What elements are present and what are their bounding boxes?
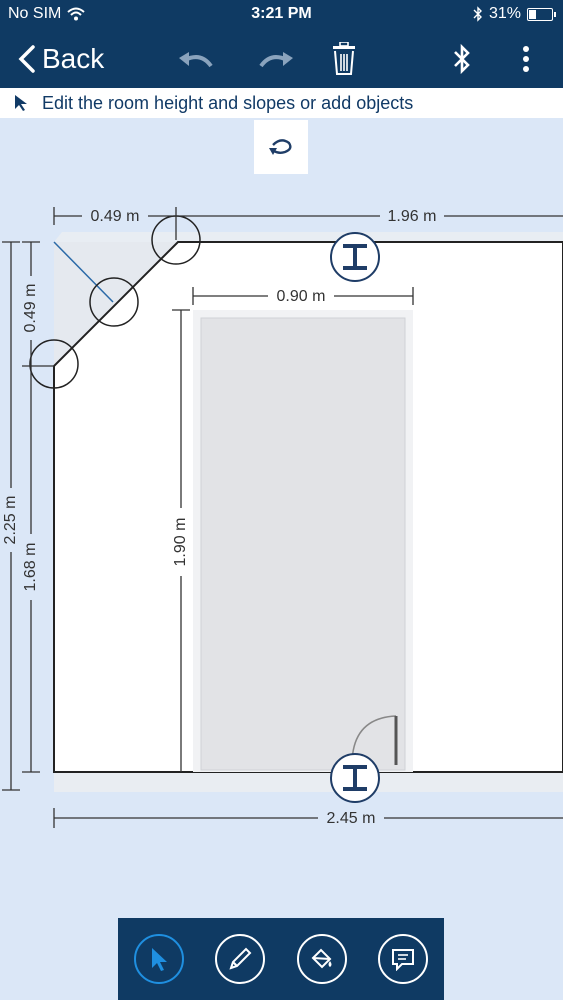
redo-button[interactable]	[256, 40, 296, 78]
dim-object-height-label: 1.90 m	[172, 518, 189, 567]
dim-top-right: 1.96 m	[176, 208, 563, 225]
status-bar: No SIM 3:21 PM 31%	[0, 0, 563, 30]
back-button[interactable]: Back	[18, 38, 104, 80]
bluetooth-button[interactable]	[442, 40, 482, 78]
pencil-icon	[229, 947, 252, 970]
dim-object-width-label: 0.90 m	[277, 288, 326, 305]
dim-top-right-label: 1.96 m	[388, 208, 437, 225]
chevron-left-icon	[18, 45, 35, 73]
select-icon	[151, 948, 167, 971]
placed-object[interactable]	[200, 317, 406, 771]
hint-text: Edit the room height and slopes or add o…	[42, 92, 414, 113]
rotate-view-button[interactable]	[254, 120, 308, 174]
bottom-toolbar	[118, 918, 444, 1000]
paint-bucket-icon	[311, 948, 332, 969]
floor-plan-canvas[interactable]: 0.49 m 1.96 m 0.90 m 1.90 m 2.25 m 0.49 …	[0, 175, 563, 915]
dim-bottom-label: 2.45 m	[327, 810, 376, 827]
dim-left-lower-label: 1.68 m	[22, 543, 39, 592]
dim-bottom: 2.45 m	[53, 808, 563, 828]
cursor-arrow-icon	[14, 94, 28, 112]
hint-bar: Edit the room height and slopes or add o…	[0, 88, 563, 118]
bluetooth-status-icon	[473, 6, 482, 22]
more-icon	[523, 46, 529, 72]
battery-percent: 31%	[488, 5, 521, 22]
back-label: Back	[42, 43, 105, 74]
top-wall-shadow	[54, 232, 563, 242]
delete-button[interactable]	[324, 40, 364, 78]
battery-icon	[527, 7, 556, 21]
redo-icon	[259, 52, 293, 68]
trash-icon	[333, 42, 355, 75]
paint-tool-button[interactable]	[296, 934, 347, 984]
dim-left-lower: 1.68 m	[22, 365, 54, 773]
dim-top-left-label: 0.49 m	[91, 208, 140, 225]
status-right: 31%	[473, 5, 556, 23]
dim-left-total-label: 2.25 m	[2, 496, 19, 545]
wall-height-handle-top[interactable]	[330, 232, 380, 282]
rotate-icon	[269, 139, 292, 155]
dim-left-total: 2.25 m	[2, 241, 20, 791]
undo-icon	[179, 52, 213, 68]
bottom-wall-shadow	[54, 772, 563, 792]
draw-tool-button[interactable]	[215, 934, 266, 984]
undo-button[interactable]	[176, 40, 216, 78]
select-tool-button[interactable]	[133, 934, 184, 984]
comment-icon	[392, 949, 415, 971]
more-button[interactable]	[506, 40, 546, 78]
comment-tool-button[interactable]	[378, 934, 429, 984]
dim-left-upper-label: 0.49 m	[22, 284, 39, 333]
bluetooth-icon	[454, 43, 470, 75]
nav-bar: Back	[0, 30, 563, 88]
wall-height-handle-bottom[interactable]	[330, 753, 380, 803]
